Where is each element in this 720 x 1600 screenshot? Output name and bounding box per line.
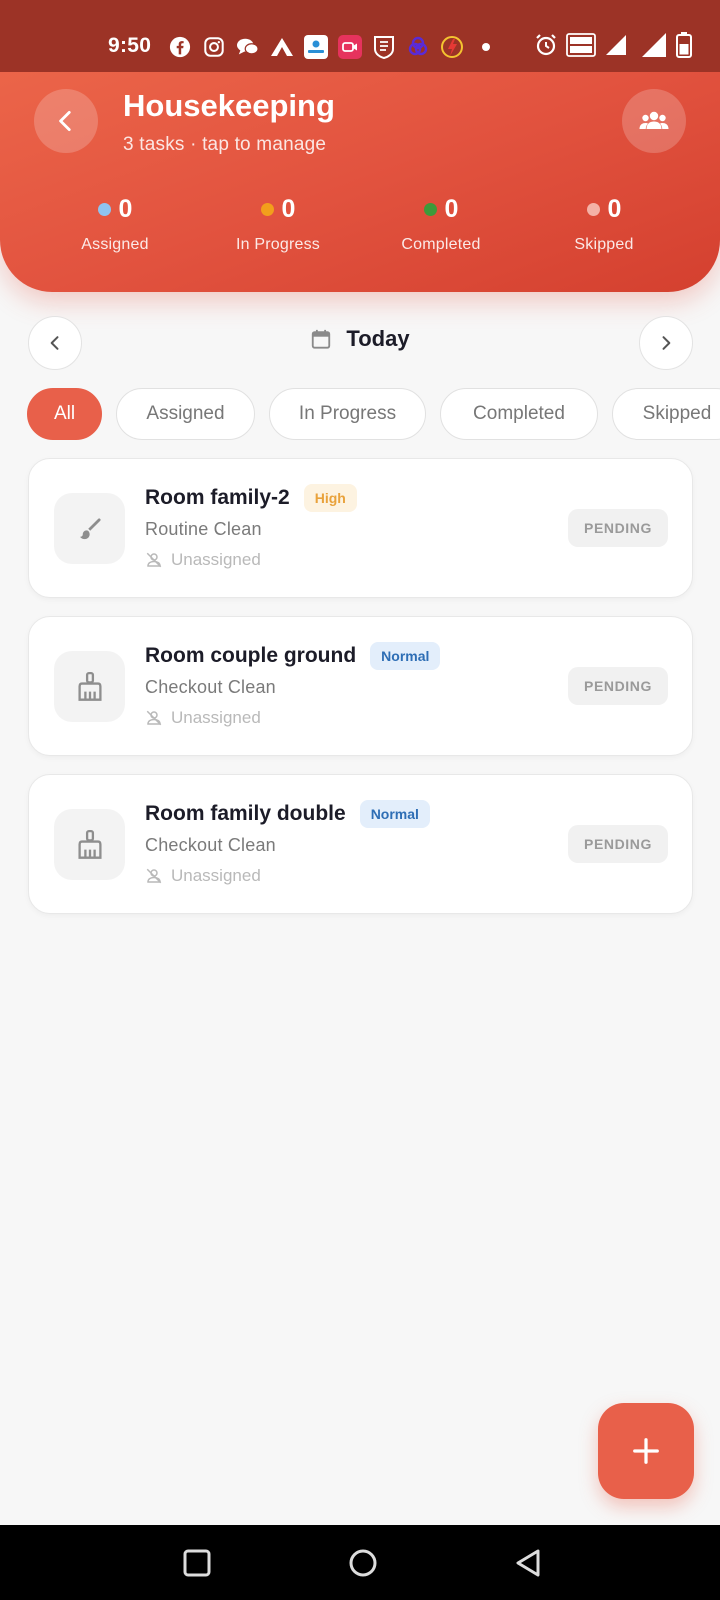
add-task-button[interactable] [598, 1403, 694, 1499]
link-app-icon [406, 35, 430, 59]
date-selector[interactable]: Today [0, 326, 720, 352]
filter-chip-in-progress[interactable]: In Progress [269, 388, 426, 440]
task-room-name: Room family-2 [145, 486, 290, 509]
chevron-left-icon [59, 110, 71, 132]
stat-assigned[interactable]: 0 Assigned [35, 192, 195, 254]
filter-chip-skipped[interactable]: Skipped [612, 388, 720, 440]
cleaning-broom-icon [77, 829, 102, 859]
recents-button[interactable] [175, 1541, 219, 1585]
completed-count: 0 [444, 194, 459, 223]
completed-dot [423, 202, 437, 216]
task-icon-tile [54, 809, 125, 880]
priority-badge: High [303, 484, 357, 512]
task-room-name: Room couple ground [145, 644, 357, 667]
axis-bank-icon [270, 35, 294, 59]
back-nav-button[interactable] [506, 1541, 550, 1585]
header: 9:50 Housekeeping 3 tasks · tap to manag… [0, 0, 720, 292]
system-status-icons [534, 31, 692, 63]
task-assignee: Unassigned [145, 866, 261, 886]
cleaning-broom-icon [77, 671, 102, 701]
date-label: Today [346, 326, 410, 351]
skipped-count: 0 [607, 194, 622, 223]
person-off-icon [146, 710, 162, 726]
task-assignee: Unassigned [145, 708, 261, 728]
assigned-count: 0 [118, 194, 133, 223]
stat-in-progress[interactable]: 0 In Progress [198, 192, 358, 254]
plus-icon [633, 1438, 659, 1464]
shield-app-icon [372, 35, 396, 59]
assignee-label: Unassigned [171, 708, 261, 727]
chevron-right-icon [662, 336, 671, 350]
task-card[interactable]: Room family-2 High Routine Clean Unassig… [28, 458, 693, 598]
filter-chip-completed[interactable]: Completed [440, 388, 598, 440]
person-off-icon [146, 552, 162, 568]
people-group-icon [639, 111, 669, 129]
task-card[interactable]: Room couple ground Normal Checkout Clean… [28, 616, 693, 756]
status-time: 9:50 [108, 34, 152, 57]
home-button[interactable] [341, 1541, 385, 1585]
task-assignee: Unassigned [145, 550, 261, 570]
assigned-label: Assigned [81, 236, 149, 253]
in-progress-label: In Progress [235, 236, 320, 253]
page-subtitle[interactable]: 3 tasks · tap to manage [123, 134, 326, 156]
triangle-back-icon [516, 1549, 540, 1577]
calendar-icon [312, 329, 331, 349]
stat-completed[interactable]: 0 Completed [361, 192, 521, 254]
in-progress-dot [260, 202, 274, 216]
more-notifications-icon [474, 35, 498, 59]
app-card-icon [304, 35, 328, 59]
priority-badge: Normal [359, 800, 430, 828]
battery-icon [676, 31, 692, 63]
task-clean-type: Checkout Clean [145, 677, 276, 697]
page-title: Housekeeping [123, 88, 335, 123]
screen-recorder-icon [338, 35, 362, 59]
task-card[interactable]: Room family double Normal Checkout Clean… [28, 774, 693, 914]
team-button[interactable] [622, 89, 686, 153]
assignee-label: Unassigned [171, 550, 261, 569]
task-clean-type: Checkout Clean [145, 835, 276, 855]
payment-app-icon [440, 35, 464, 59]
notification-icons [168, 34, 498, 60]
task-stats: 0 Assigned 0 In Progress 0 Completed 0 S… [0, 192, 720, 262]
alarm-icon [534, 33, 558, 62]
task-clean-type: Routine Clean [145, 519, 262, 539]
assigned-dot [97, 202, 111, 216]
5g-signal-icon [638, 32, 668, 63]
volte-icon [566, 32, 596, 62]
system-navigation-bar [0, 1525, 720, 1600]
task-room-name: Room family double [145, 802, 346, 825]
next-day-button[interactable] [639, 316, 693, 370]
instagram-icon [202, 35, 226, 59]
skipped-label: Skipped [574, 236, 634, 253]
skipped-dot [586, 202, 600, 216]
stat-skipped[interactable]: 0 Skipped [524, 192, 684, 254]
brush-icon [79, 517, 101, 539]
priority-badge: Normal [370, 642, 441, 670]
assignee-label: Unassigned [171, 866, 261, 885]
task-icon-tile [54, 493, 125, 564]
filter-chip-all[interactable]: All [27, 388, 102, 440]
signal-icon [604, 33, 630, 62]
filter-chip-assigned[interactable]: Assigned [116, 388, 255, 440]
in-progress-count: 0 [281, 194, 296, 223]
task-status-pill: PENDING [568, 825, 668, 863]
task-icon-tile [54, 651, 125, 722]
facebook-icon [168, 35, 192, 59]
task-status-pill: PENDING [568, 667, 668, 705]
back-button[interactable] [34, 89, 98, 153]
circle-icon [349, 1549, 377, 1577]
person-off-icon [146, 868, 162, 884]
status-bar: 9:50 [0, 0, 720, 72]
completed-label: Completed [401, 236, 481, 253]
square-icon [183, 1549, 211, 1577]
chat-bubbles-icon [236, 35, 260, 59]
status-filter-chips: All Assigned In Progress Completed Skipp… [0, 388, 720, 440]
task-status-pill: PENDING [568, 509, 668, 547]
